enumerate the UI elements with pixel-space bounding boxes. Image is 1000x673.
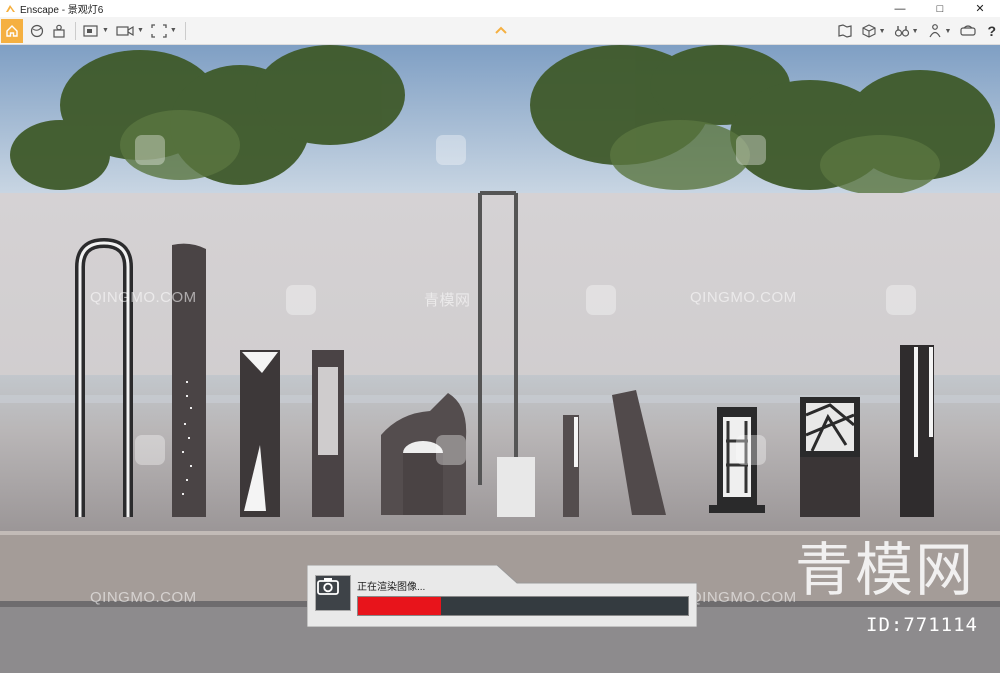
person-icon [928,24,941,38]
watermark-text: QINGMO.COM [690,589,797,606]
dropdown-caret-icon: ▼ [169,27,177,34]
user-icon [53,24,65,38]
render-progress-fill [358,597,441,615]
globe-icon [30,24,44,37]
collapse-toolbar-button[interactable] [494,20,508,40]
vr-button[interactable] [959,19,977,43]
watermark-text: QINGMO.COM [90,589,197,606]
cube-icon [862,24,876,38]
title-bar: Enscape - 景观灯6 — □ ✕ [0,0,1000,17]
dropdown-caret-icon: ▼ [944,27,952,35]
map-button[interactable] [837,19,853,43]
view-capture-button[interactable]: ▼ [82,19,109,43]
big-watermark: 青模网 [795,536,976,604]
dropdown-caret-icon: ▼ [878,27,886,35]
binoculars-icon [894,26,909,37]
home-icon [6,24,18,37]
video-button[interactable]: ▼ [115,19,144,43]
watermark-text: 青模网 [424,292,471,309]
window-title: Enscape - 景观灯6 [20,5,104,16]
render-progress-dialog: 正在渲染图像... [307,565,697,627]
watermark-logo-icon [286,285,316,315]
toolbar-right: ▼ ▼ ▼ ? [829,17,996,45]
window-controls: — □ ✕ [880,0,1000,17]
minimize-button[interactable]: — [880,0,920,17]
watermark-text: QINGMO.COM [90,289,197,306]
watermark-logo-icon [135,435,165,465]
camera-button[interactable] [315,575,351,611]
render-viewport[interactable]: QINGMO.COM 青模网 QINGMO.COM QINGMO.COM 青模网… [0,45,1000,673]
id-label: ID:771114 [866,614,978,636]
watermark-text: QINGMO.COM [690,289,797,306]
help-button[interactable]: ? [987,23,996,39]
watermark-logo-icon [736,135,766,165]
watermark-logo-icon [586,285,616,315]
watermark-logo-icon [436,435,466,465]
enscape-logo-icon [4,3,16,15]
dropdown-caret-icon: ▼ [102,27,109,34]
watermark-logo-icon [886,285,916,315]
render-progress-bar [357,596,689,616]
render-status-label: 正在渲染图像... [357,582,426,593]
map-icon [838,24,852,38]
person-button[interactable]: ▼ [927,19,952,43]
home-button[interactable] [1,18,23,43]
screenshot-button[interactable]: ▼ [150,19,177,43]
binoculars-button[interactable]: ▼ [894,19,919,43]
toolbar-separator [75,21,76,40]
maximize-button[interactable]: □ [920,0,960,17]
view-capture-icon [83,24,98,37]
chevron-up-icon [495,26,507,34]
watermark-logo-icon [135,135,165,165]
globe-button[interactable] [29,19,45,43]
dropdown-caret-icon: ▼ [136,27,144,34]
cube-button[interactable]: ▼ [861,19,886,43]
screenshot-icon [151,23,167,38]
toolbar-separator [184,21,186,40]
camera-icon [317,578,339,595]
close-button[interactable]: ✕ [960,0,1000,17]
watermark-logo-icon [736,435,766,465]
video-icon [116,25,134,36]
dropdown-caret-icon: ▼ [911,27,919,35]
asset-button[interactable] [51,19,67,43]
toolbar: ▼ ▼ ▼ ▼ ▼ ▼ ? [0,17,1000,45]
vr-icon [960,25,977,36]
watermark-logo-icon [436,135,466,165]
